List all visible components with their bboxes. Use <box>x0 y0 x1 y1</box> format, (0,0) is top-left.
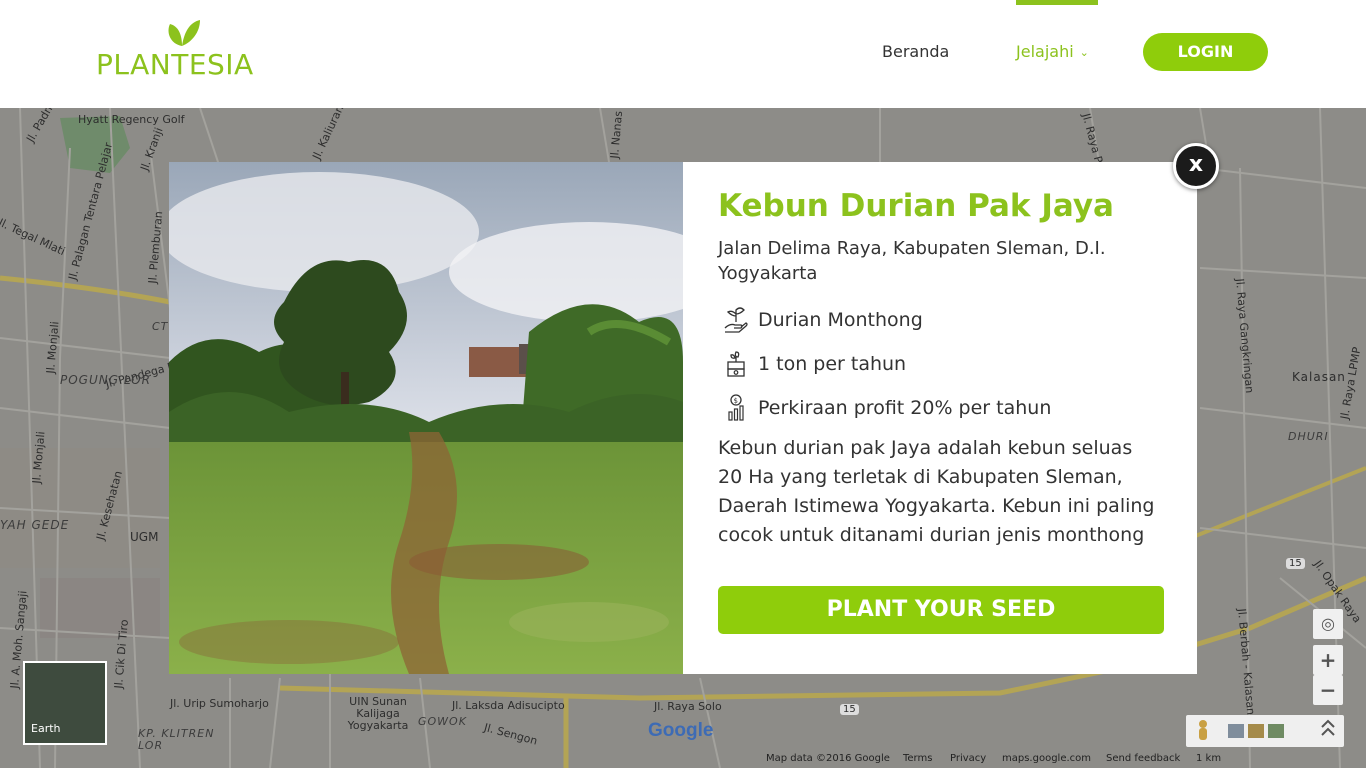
map-attribution-bar: Map data ©2016 Google Terms Privacy maps… <box>0 752 1366 768</box>
route-shield: 15 <box>840 704 859 715</box>
login-button[interactable]: LOGIN <box>1143 33 1268 71</box>
farm-photo <box>169 162 683 674</box>
map-label: Kalasan <box>1292 370 1346 384</box>
street-view-bar[interactable] <box>1186 715 1344 747</box>
feature-row: 1 ton per tahun <box>718 344 1178 384</box>
earth-view-toggle[interactable]: Earth <box>23 661 107 745</box>
leaf-logo-icon <box>168 20 200 46</box>
svg-text:$: $ <box>734 397 738 405</box>
site-header: PLANTESIA Beranda Jelajahi ⌄ LOGIN <box>0 0 1366 108</box>
chevron-down-icon: ⌄ <box>1079 46 1089 59</box>
seedling-hand-icon <box>724 307 748 333</box>
earth-label: Earth <box>31 722 61 735</box>
farm-landscape-image <box>169 162 683 674</box>
terms-link[interactable]: Terms <box>903 753 932 764</box>
map-area-label: YAH GEDE <box>0 518 70 532</box>
map-label: UGM <box>130 530 159 544</box>
zoom-in-button[interactable]: + <box>1313 645 1343 675</box>
feature-text: 1 ton per tahun <box>758 353 907 375</box>
nav-jelajahi-label: Jelajahi <box>1016 42 1074 61</box>
privacy-link[interactable]: Privacy <box>950 753 986 764</box>
map-label: Jl. Raya Solo <box>654 700 722 713</box>
feature-text: Durian Monthong <box>758 309 923 331</box>
harvest-box-icon <box>727 351 745 377</box>
feature-row: Durian Monthong <box>718 300 1178 340</box>
close-icon: x <box>1188 152 1204 177</box>
farm-address: Jalan Delima Raya, Kabupaten Sleman, D.I… <box>718 238 1106 284</box>
map-data-label: Map data ©2016 Google <box>766 753 890 764</box>
farm-description: Kebun durian pak Jaya adalah kebun selua… <box>718 437 1155 546</box>
map-label: Hyatt Regency Golf <box>78 113 185 126</box>
plant-your-seed-button[interactable]: PLANT YOUR SEED <box>718 586 1164 634</box>
route-shield: 15 <box>1286 558 1305 569</box>
map-area-label: GOWOK <box>418 715 467 728</box>
maps-link[interactable]: maps.google.com <box>1002 753 1091 764</box>
nav-beranda[interactable]: Beranda <box>882 42 949 61</box>
google-logo-text: Google <box>648 720 714 741</box>
map-area-label: DHURI <box>1288 430 1329 443</box>
nav-jelajahi[interactable]: Jelajahi ⌄ <box>1016 42 1089 61</box>
nav-active-indicator <box>1016 0 1098 5</box>
google-logo: Google <box>648 720 713 742</box>
pegman-icon <box>1199 719 1335 740</box>
scale-label: 1 km <box>1196 753 1222 764</box>
map-label: UIN Sunan Kalijaga Yogyakarta <box>347 695 409 732</box>
farm-info: Kebun Durian Pak Jaya Jalan Delima Raya,… <box>718 188 1178 550</box>
plantesia-logo[interactable]: PLANTESIA <box>96 18 266 82</box>
map-label: Jl. Laksda Adisucipto <box>452 699 565 712</box>
map-area-label: POGUNG LOR <box>60 373 151 387</box>
map-area-label: CT <box>152 320 169 333</box>
send-feedback-link[interactable]: Send feedback <box>1106 753 1180 764</box>
my-location-button[interactable]: ◎ <box>1313 609 1343 639</box>
brand-name: PLANTESIA <box>96 48 254 81</box>
feature-row: $ Perkiraan profit 20% per tahun <box>718 388 1178 428</box>
close-modal-button[interactable]: x <box>1173 143 1219 189</box>
profit-chart-icon: $ <box>728 394 744 421</box>
zoom-out-button[interactable]: − <box>1313 675 1343 705</box>
farm-detail-modal: Kebun Durian Pak Jaya Jalan Delima Raya,… <box>169 162 1197 674</box>
map-label: Jl. Urip Sumoharjo <box>170 697 269 710</box>
feature-text: Perkiraan profit 20% per tahun <box>758 397 1052 419</box>
map-area-label: KP. KLITREN LOR <box>138 727 215 752</box>
farm-title: Kebun Durian Pak Jaya <box>718 188 1114 224</box>
